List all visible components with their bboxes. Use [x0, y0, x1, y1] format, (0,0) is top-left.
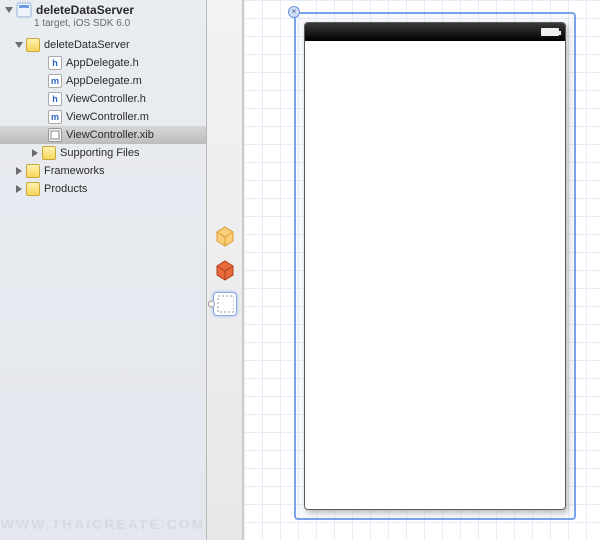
- header-file-icon: h: [48, 92, 62, 106]
- impl-file-icon: m: [48, 74, 62, 88]
- file-row[interactable]: m AppDelegate.m: [0, 72, 206, 90]
- folder-icon: [26, 182, 40, 196]
- folder-row[interactable]: Supporting Files: [0, 144, 206, 162]
- folder-row[interactable]: Frameworks: [0, 162, 206, 180]
- xib-file-icon: [48, 128, 62, 142]
- folder-icon: [26, 38, 40, 52]
- file-label: AppDelegate.h: [66, 57, 139, 69]
- impl-file-icon: m: [48, 110, 62, 124]
- file-tree: deleteDataServer h AppDelegate.h m AppDe…: [0, 34, 206, 198]
- file-row[interactable]: h ViewController.h: [0, 90, 206, 108]
- file-label: AppDelegate.m: [66, 75, 142, 87]
- status-bar: [305, 23, 565, 41]
- first-responder-icon[interactable]: [213, 258, 237, 282]
- iphone-view[interactable]: [304, 22, 566, 510]
- interface-builder-canvas[interactable]: ×: [243, 0, 600, 540]
- disclosure-triangle-icon[interactable]: [32, 149, 38, 157]
- files-owner-icon[interactable]: [213, 224, 237, 248]
- disclosure-triangle-icon[interactable]: [16, 185, 22, 193]
- project-name: deleteDataServer: [36, 3, 134, 17]
- project-subtitle: 1 target, iOS SDK 6.0: [34, 18, 202, 30]
- close-handle-icon[interactable]: ×: [288, 6, 300, 18]
- folder-icon: [26, 164, 40, 178]
- file-label: ViewController.m: [66, 111, 149, 123]
- folder-icon: [42, 146, 56, 160]
- disclosure-triangle-icon[interactable]: [15, 42, 23, 48]
- project-navigator[interactable]: deleteDataServer 1 target, iOS SDK 6.0 d…: [0, 0, 207, 540]
- watermark-text: WWW.THAICREATE.COM: [0, 516, 206, 532]
- folder-row[interactable]: deleteDataServer: [0, 36, 206, 54]
- battery-icon: [541, 28, 559, 36]
- folder-label: Frameworks: [44, 165, 105, 177]
- document-outline[interactable]: [207, 0, 243, 540]
- folder-row[interactable]: Products: [0, 180, 206, 198]
- header-file-icon: h: [48, 56, 62, 70]
- file-row-selected[interactable]: ViewController.xib: [0, 126, 206, 144]
- folder-label: deleteDataServer: [44, 39, 130, 51]
- folder-label: Supporting Files: [60, 147, 140, 159]
- view-object-icon[interactable]: [213, 292, 237, 316]
- file-label: ViewController.h: [66, 93, 146, 105]
- folder-label: Products: [44, 183, 87, 195]
- file-label: ViewController.xib: [66, 129, 154, 141]
- selection-frame[interactable]: ×: [294, 12, 576, 520]
- project-header[interactable]: deleteDataServer 1 target, iOS SDK 6.0: [0, 0, 206, 34]
- disclosure-triangle-icon[interactable]: [5, 7, 13, 13]
- xcode-window: deleteDataServer 1 target, iOS SDK 6.0 d…: [0, 0, 600, 540]
- disclosure-triangle-icon[interactable]: [16, 167, 22, 175]
- xcode-project-icon: [16, 2, 32, 18]
- file-row[interactable]: h AppDelegate.h: [0, 54, 206, 72]
- file-row[interactable]: m ViewController.m: [0, 108, 206, 126]
